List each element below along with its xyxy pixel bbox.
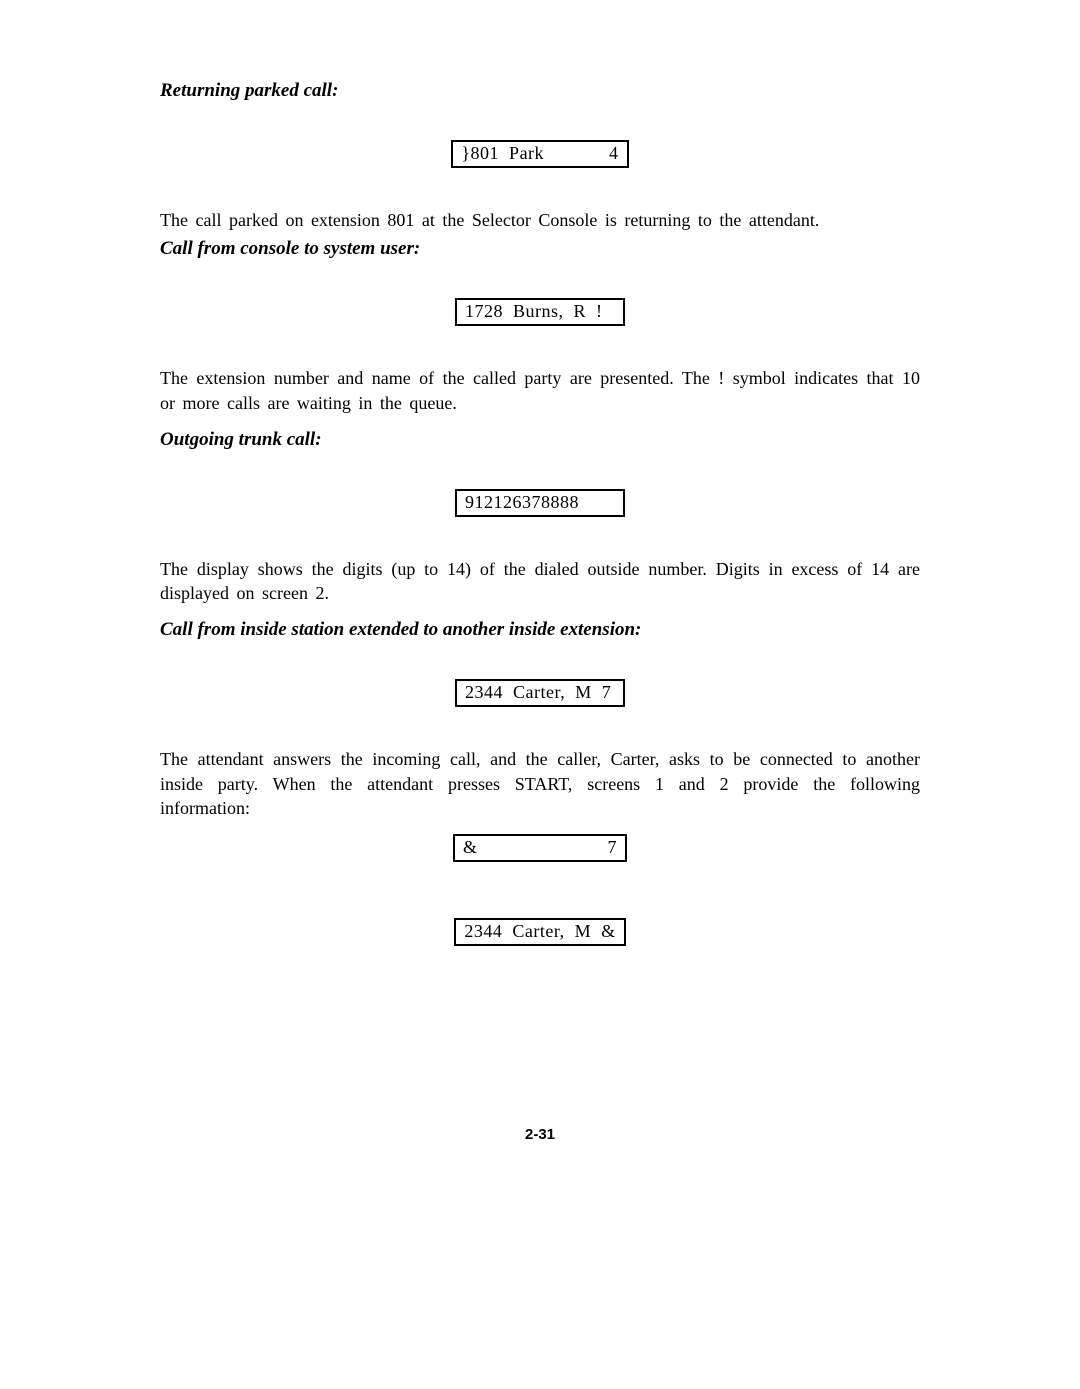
heading-extended: Call from inside station extended to ano…	[160, 619, 920, 641]
lcd-display-outgoing: 912126378888	[455, 489, 625, 517]
lcd-wrap: 2344 Carter, M 7	[160, 679, 920, 707]
lcd-display-returning: }801 Park 4	[451, 140, 628, 168]
lcd-wrap: 1728 Burns, R !	[160, 298, 920, 326]
para-extended: The attendant answers the incoming call,…	[160, 747, 920, 820]
lcd-wrap: & 7	[160, 834, 920, 862]
lcd-wrap: 2344 Carter, M &	[160, 918, 920, 946]
lcd-display-extended-1: 2344 Carter, M 7	[455, 679, 625, 707]
lcd-display-extended-2: & 7	[453, 834, 627, 862]
lcd-display-console-to-user: 1728 Burns, R !	[455, 298, 625, 326]
para-outgoing: The display shows the digits (up to 14) …	[160, 557, 920, 606]
document-page: Returning parked call: }801 Park 4 The c…	[160, 0, 920, 1203]
lcd-wrap: }801 Park 4	[160, 140, 920, 168]
para-console-to-user: The extension number and name of the cal…	[160, 366, 920, 415]
para-returning: The call parked on extension 801 at the …	[160, 208, 920, 232]
lcd-wrap: 912126378888	[160, 489, 920, 517]
heading-outgoing-trunk: Outgoing trunk call:	[160, 429, 920, 451]
lcd-display-extended-3: 2344 Carter, M &	[454, 918, 625, 946]
heading-console-to-user: Call from console to system user:	[160, 238, 920, 260]
heading-returning-parked-call: Returning parked call:	[160, 80, 920, 102]
page-number: 2-31	[160, 1126, 920, 1143]
